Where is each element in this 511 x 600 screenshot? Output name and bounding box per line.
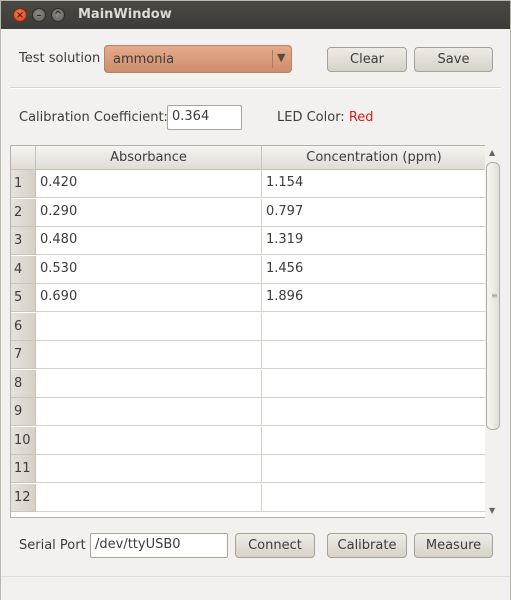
calibrate-button[interactable]: Calibrate <box>327 533 407 558</box>
absorbance-cell[interactable] <box>36 455 262 483</box>
row-header[interactable]: 9 <box>11 398 36 426</box>
table-scrollbar[interactable]: ▲ ≡ ▼ <box>485 145 502 518</box>
table-row[interactable]: 5 0.690 1.896 <box>11 284 485 312</box>
absorbance-cell[interactable]: 0.480 <box>36 227 262 255</box>
table-row[interactable]: 2 0.290 0.797 <box>11 198 485 227</box>
combo-separator <box>272 50 273 68</box>
test-solution-select[interactable]: ammonia ▼ <box>104 45 292 73</box>
row-header[interactable]: 12 <box>11 483 36 512</box>
row-header[interactable]: 1 <box>11 170 36 198</box>
concentration-cell[interactable]: 1.456 <box>262 256 485 284</box>
row-header[interactable]: 4 <box>11 255 36 284</box>
row-header[interactable]: 11 <box>11 455 36 483</box>
concentration-cell[interactable]: 1.154 <box>262 170 485 198</box>
scrollbar-thumb[interactable]: ≡ <box>486 162 500 430</box>
test-solution-value: ammonia <box>113 52 175 67</box>
minimize-icon[interactable]: – <box>32 8 46 22</box>
status-bar <box>1 576 510 600</box>
table-row[interactable]: 8 <box>11 369 485 398</box>
test-solution-label: Test solution <box>19 51 101 66</box>
absorbance-cell[interactable]: 0.690 <box>36 284 262 312</box>
row-header[interactable]: 7 <box>11 341 36 369</box>
table-row[interactable]: 7 <box>11 341 485 369</box>
concentration-cell[interactable] <box>262 370 485 398</box>
measurement-table[interactable]: Absorbance Concentration (ppm) 1 0.420 1.1… <box>10 145 486 518</box>
concentration-cell[interactable]: 1.896 <box>262 284 485 312</box>
row-header[interactable]: 8 <box>11 369 36 398</box>
column-header-concentration[interactable]: Concentration (ppm) <box>262 146 485 170</box>
concentration-cell[interactable] <box>262 484 485 512</box>
table-row[interactable]: 4 0.530 1.456 <box>11 255 485 284</box>
row-header[interactable]: 6 <box>11 312 36 341</box>
led-color-label: LED Color: <box>277 110 345 125</box>
led-color-value: Red <box>348 110 374 125</box>
concentration-cell[interactable] <box>262 341 485 369</box>
row-header[interactable]: 10 <box>11 426 36 455</box>
table-row[interactable]: 3 0.480 1.319 <box>11 227 485 255</box>
serial-port-field[interactable]: /dev/ttyUSB0 <box>90 533 228 558</box>
window-title: MainWindow <box>78 7 172 22</box>
divider <box>10 87 501 89</box>
concentration-cell[interactable] <box>262 398 485 426</box>
row-header[interactable]: 5 <box>11 284 36 312</box>
absorbance-cell[interactable]: 0.530 <box>36 255 262 284</box>
concentration-cell[interactable]: 1.319 <box>262 227 485 255</box>
table-row[interactable]: 9 <box>11 398 485 426</box>
concentration-cell[interactable] <box>262 427 485 455</box>
clear-button[interactable]: Clear <box>327 47 407 72</box>
main-window: × – ^ MainWindow Test solution ammonia ▼… <box>0 0 511 600</box>
absorbance-cell[interactable] <box>36 398 262 426</box>
serial-port-label: Serial Port <box>19 538 86 553</box>
connect-button[interactable]: Connect <box>235 533 315 558</box>
title-bar: × – ^ MainWindow <box>1 1 510 29</box>
scroll-up-icon[interactable]: ▲ <box>489 148 495 157</box>
maximize-icon[interactable]: ^ <box>51 8 65 22</box>
measure-button[interactable]: Measure <box>414 533 493 558</box>
table-row[interactable]: 1 0.420 1.154 <box>11 170 485 198</box>
calibration-coefficient-label: Calibration Coefficient: <box>19 110 168 125</box>
absorbance-cell[interactable]: 0.290 <box>36 198 262 227</box>
absorbance-cell[interactable] <box>36 312 262 341</box>
absorbance-cell[interactable]: 0.420 <box>36 170 262 198</box>
led-color-group: LED Color: Red <box>277 110 374 125</box>
scroll-down-icon[interactable]: ▼ <box>489 506 495 515</box>
table-row[interactable]: 11 <box>11 455 485 483</box>
row-header[interactable]: 2 <box>11 198 36 227</box>
table-corner <box>11 146 36 170</box>
absorbance-cell[interactable] <box>36 483 262 512</box>
absorbance-cell[interactable] <box>36 341 262 369</box>
row-header[interactable]: 3 <box>11 227 36 255</box>
grip-icon: ≡ <box>491 291 498 300</box>
save-button[interactable]: Save <box>414 47 493 72</box>
absorbance-cell[interactable] <box>36 369 262 398</box>
table-row[interactable]: 12 <box>11 483 485 512</box>
absorbance-cell[interactable] <box>36 426 262 455</box>
concentration-cell[interactable] <box>262 455 485 483</box>
table-row[interactable]: 10 <box>11 426 485 455</box>
table-row[interactable]: 6 <box>11 312 485 341</box>
chevron-down-icon: ▼ <box>277 51 286 64</box>
concentration-cell[interactable] <box>262 313 485 341</box>
calibration-coefficient-field[interactable]: 0.364 <box>167 105 242 130</box>
close-icon[interactable]: × <box>13 8 27 22</box>
column-header-absorbance[interactable]: Absorbance <box>36 146 262 170</box>
concentration-cell[interactable]: 0.797 <box>262 199 485 227</box>
